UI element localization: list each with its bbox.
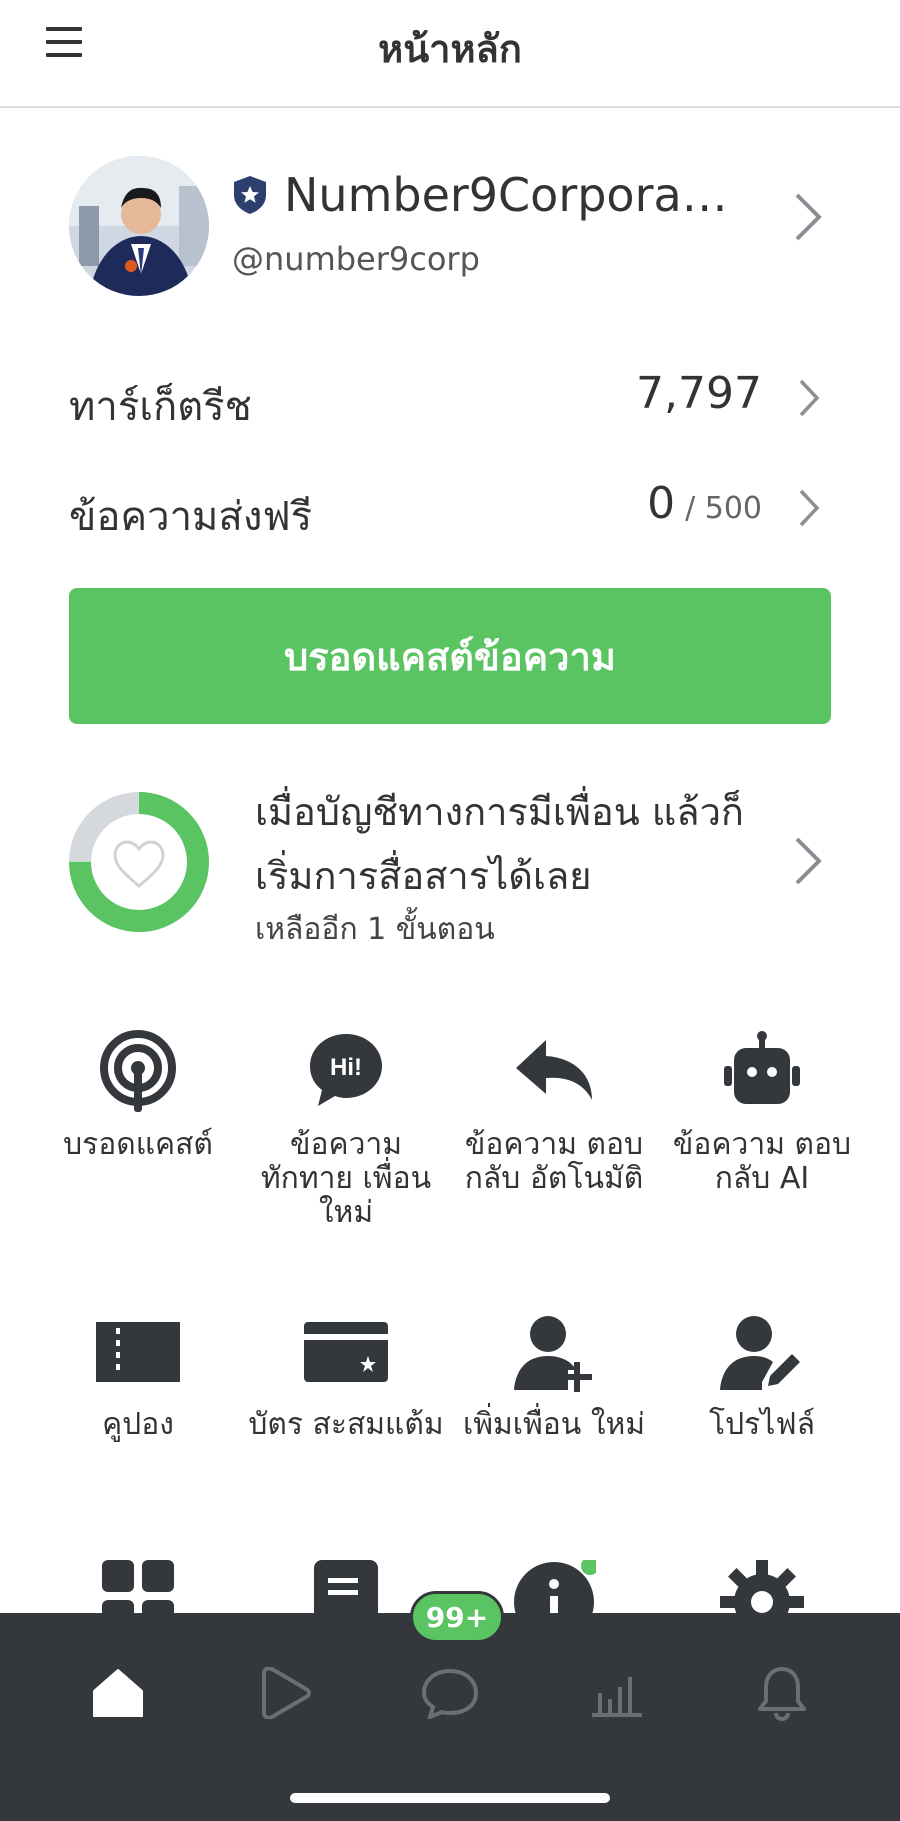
free-messages-label: ข้อความส่งฟรี — [69, 494, 313, 540]
nav-chat[interactable] — [410, 1653, 490, 1733]
account-name: Number9Corporati... — [284, 168, 734, 222]
friends-progress-row[interactable]: เมื่อบัญชีทางการมีเพื่อน แล้วก็เริ่มการส… — [0, 780, 900, 947]
page-title: หน้าหลัก — [378, 27, 522, 71]
greeting-message-tile[interactable]: Hi! ข้อความ ทักทาย เพื่อนใหม่ — [241, 1030, 451, 1230]
reward-card-icon — [304, 1322, 388, 1382]
chevron-right-icon — [799, 489, 820, 527]
reply-arrow-icon — [516, 1040, 592, 1100]
home-icon — [93, 1669, 143, 1717]
target-reach-value: 7,797 — [636, 368, 762, 419]
coupon-icon — [96, 1322, 180, 1382]
profile-tile[interactable]: โปรไฟล์ — [657, 1310, 867, 1442]
greeting-bubble-icon: Hi! — [310, 1034, 382, 1106]
greeting-message-label: ข้อความ ทักทาย เพื่อนใหม่ — [260, 1127, 432, 1230]
reward-card-label: บัตร สะสมแต้ม — [248, 1407, 444, 1442]
nav-notifications[interactable] — [742, 1653, 822, 1733]
nav-timeline[interactable] — [244, 1653, 324, 1733]
friends-progress-title: เมื่อบัญชีทางการมีเพื่อน แล้วก็เริ่มการส… — [255, 790, 744, 898]
bell-icon — [758, 1667, 806, 1721]
broadcast-icon — [100, 1030, 176, 1112]
verified-shield-icon — [234, 176, 266, 214]
add-friend-icon — [514, 1316, 592, 1392]
edit-profile-icon — [720, 1316, 800, 1390]
chat-icon — [422, 1668, 478, 1719]
app-header: หน้าหลัก — [0, 0, 900, 108]
progress-ring — [69, 792, 209, 932]
account-id: @number9corp — [232, 240, 480, 278]
profile-label: โปรไฟล์ — [709, 1407, 815, 1442]
coupon-tile[interactable]: คูปอง — [33, 1310, 243, 1442]
ai-reply-label: ข้อความ ตอบกลับ AI — [672, 1127, 852, 1196]
account-profile-row[interactable]: Number9Corporati... @number9corp — [0, 140, 900, 320]
coupon-label: คูปอง — [102, 1407, 174, 1442]
broadcast-message-button[interactable]: บรอดแคสต์ข้อความ — [69, 588, 831, 724]
svg-text:Hi!: Hi! — [330, 1054, 362, 1081]
robot-icon — [724, 1031, 800, 1104]
avatar — [69, 156, 209, 296]
bar-chart-icon — [592, 1677, 642, 1717]
play-icon — [262, 1667, 311, 1719]
target-reach-number: 7,797 — [636, 368, 762, 419]
chevron-right-icon — [795, 837, 822, 885]
chevron-right-icon — [799, 379, 820, 417]
home-screen: หน้าหลัก Number9Corporati... @number9cor… — [0, 0, 900, 1821]
free-messages-used: 0 — [647, 478, 676, 529]
free-messages-limit: / 500 — [685, 491, 762, 526]
broadcast-label: บรอดแคสต์ — [63, 1127, 213, 1162]
auto-reply-label: ข้อความ ตอบกลับ อัตโนมัติ — [464, 1127, 644, 1196]
free-messages-row[interactable]: ข้อความส่งฟรี 0 / 500 — [0, 462, 900, 552]
target-reach-row[interactable]: ทาร์เก็ตรีช 7,797 — [0, 352, 900, 442]
home-indicator — [290, 1793, 610, 1803]
auto-reply-tile[interactable]: ข้อความ ตอบกลับ อัตโนมัติ — [449, 1030, 659, 1196]
nav-analytics[interactable] — [576, 1653, 656, 1733]
reward-card-tile[interactable]: บัตร สะสมแต้ม — [241, 1310, 451, 1442]
nav-home[interactable] — [78, 1653, 158, 1733]
free-messages-value: 0 / 500 — [647, 478, 762, 529]
target-reach-label: ทาร์เก็ตรีช — [69, 384, 252, 430]
heart-icon — [113, 840, 165, 888]
bottom-navigation: 99+ — [0, 1591, 900, 1821]
chevron-right-icon — [795, 193, 822, 241]
add-friend-tile[interactable]: เพิ่มเพื่อน ใหม่ — [449, 1310, 659, 1442]
unread-chat-badge: 99+ — [410, 1591, 504, 1643]
add-friend-label: เพิ่มเพื่อน ใหม่ — [462, 1407, 646, 1442]
friends-progress-subtitle: เหลืออีก 1 ขั้นตอน — [255, 912, 495, 947]
broadcast-tile[interactable]: บรอดแคสต์ — [33, 1030, 243, 1162]
ai-reply-tile[interactable]: ข้อความ ตอบกลับ AI — [657, 1030, 867, 1196]
